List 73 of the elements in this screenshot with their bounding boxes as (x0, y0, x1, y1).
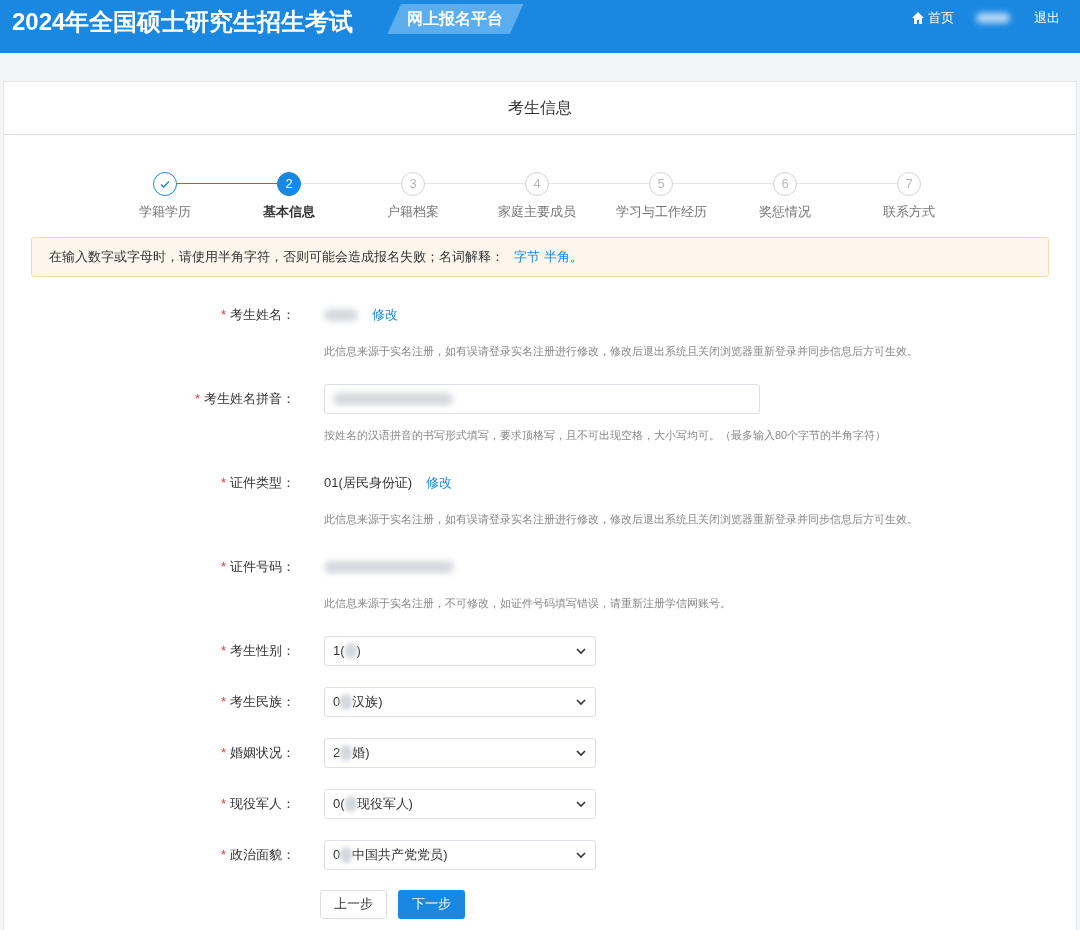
select-value: ) (356, 641, 361, 660)
required-asterisk: * (220, 743, 226, 762)
term-link[interactable]: 半角 (544, 246, 570, 267)
blurred-text (340, 744, 353, 761)
select-value: 汉族) (352, 692, 383, 711)
notice-text: 在输入数字或字母时，请使用半角字符，否则可能会造成报名失败；名词解释： (49, 247, 504, 266)
select-value: 0 (333, 692, 341, 711)
select-field[interactable]: 2 婚) (324, 737, 596, 768)
select-value: 2 (333, 743, 341, 762)
select-value: 现役军人) (356, 794, 413, 813)
select-field[interactable]: 0 中国共产党党员) (324, 839, 596, 870)
platform-badge: 网上报名平台 (387, 4, 524, 34)
field-hint: 此信息来源于实名注册，如有误请登录实名注册进行修改，修改后退出系统且关闭浏览器重新登录并同步信息后方可生效。 (324, 512, 918, 525)
step-label: 学籍学历 (139, 203, 191, 221)
step-number: 5 (657, 175, 665, 194)
step-label: 奖惩情况 (759, 203, 811, 221)
field-label: 考生民族： (230, 692, 295, 711)
step-label: 户籍档案 (387, 203, 439, 221)
step-label: 学习与工作经历 (615, 203, 707, 221)
field-label: 政治面貌： (230, 845, 295, 864)
step-number: 4 (533, 175, 541, 194)
required-asterisk: * (220, 794, 226, 813)
field-label: 考生性别： (230, 641, 295, 660)
field-hint: 此信息来源于实名注册，不可修改，如证件号码填写错误，请重新注册学信网账号。 (324, 596, 731, 609)
blurred-text (344, 795, 357, 812)
required-asterisk: * (220, 641, 226, 660)
step-number: 7 (905, 175, 913, 194)
field-value: 01(居民身份证) (324, 473, 413, 492)
blurred-username (976, 12, 1010, 23)
home-icon (911, 10, 925, 25)
select-value: 婚) (352, 743, 370, 762)
field-label: 现役军人： (230, 794, 295, 813)
check-icon (159, 178, 171, 190)
required-asterisk: * (220, 473, 226, 492)
input-field[interactable] (324, 383, 760, 414)
field-hint: 按姓名的汉语拼音的书写形式填写，要求顶格写，且不可出现空格，大小写均可。（最多输入80个字节的半角字符） (324, 428, 887, 441)
home-link[interactable]: 首页 (911, 8, 954, 28)
step-label: 联系方式 (883, 203, 935, 221)
edit-link[interactable]: 修改 (372, 304, 398, 325)
logout-link[interactable]: 退出 (1034, 8, 1060, 28)
edit-link[interactable]: 修改 (426, 472, 453, 493)
select-value: 0( (333, 794, 345, 813)
step-label: 家庭主要成员 (498, 203, 576, 221)
select-field[interactable]: 0 汉族) (324, 686, 596, 717)
required-asterisk: * (194, 389, 200, 408)
term-link[interactable]: 字节 (514, 246, 540, 267)
site-title: 2024年全国硕士研究生招生考试 (12, 7, 354, 37)
select-field[interactable]: 0( 现役军人) (324, 788, 596, 819)
previous-button[interactable]: 上一步 (320, 889, 387, 919)
notice-end: 。 (570, 247, 583, 266)
field-label: 证件类型： (230, 473, 295, 492)
select-value: 0 (333, 845, 341, 864)
field-label: 考生姓名： (230, 305, 295, 324)
blurred-text (344, 642, 357, 659)
next-button[interactable]: 下一步 (398, 889, 465, 919)
required-asterisk: * (220, 557, 226, 576)
select-value: 1( (333, 641, 345, 660)
select-field[interactable]: 1( ) (324, 635, 596, 666)
step-number: 3 (409, 175, 417, 194)
blurred-text (340, 693, 353, 710)
field-label: 考生姓名拼音： (204, 389, 295, 408)
step-number: 2 (285, 175, 293, 194)
field-label: 证件号码： (230, 557, 295, 576)
required-asterisk: * (220, 845, 226, 864)
card-title: 考生信息 (508, 98, 572, 118)
field-label: 婚姻状况： (230, 743, 295, 762)
required-asterisk: * (220, 692, 226, 711)
blurred-text (340, 846, 353, 863)
field-hint: 此信息来源于实名注册，如有误请登录实名注册进行修改，修改后退出系统且关闭浏览器重新登录并同步信息后方可生效。 (324, 344, 918, 357)
required-asterisk: * (220, 305, 226, 324)
step-number: 6 (781, 175, 789, 194)
step-label: 基本信息 (263, 203, 315, 221)
select-value: 中国共产党党员) (352, 845, 448, 864)
